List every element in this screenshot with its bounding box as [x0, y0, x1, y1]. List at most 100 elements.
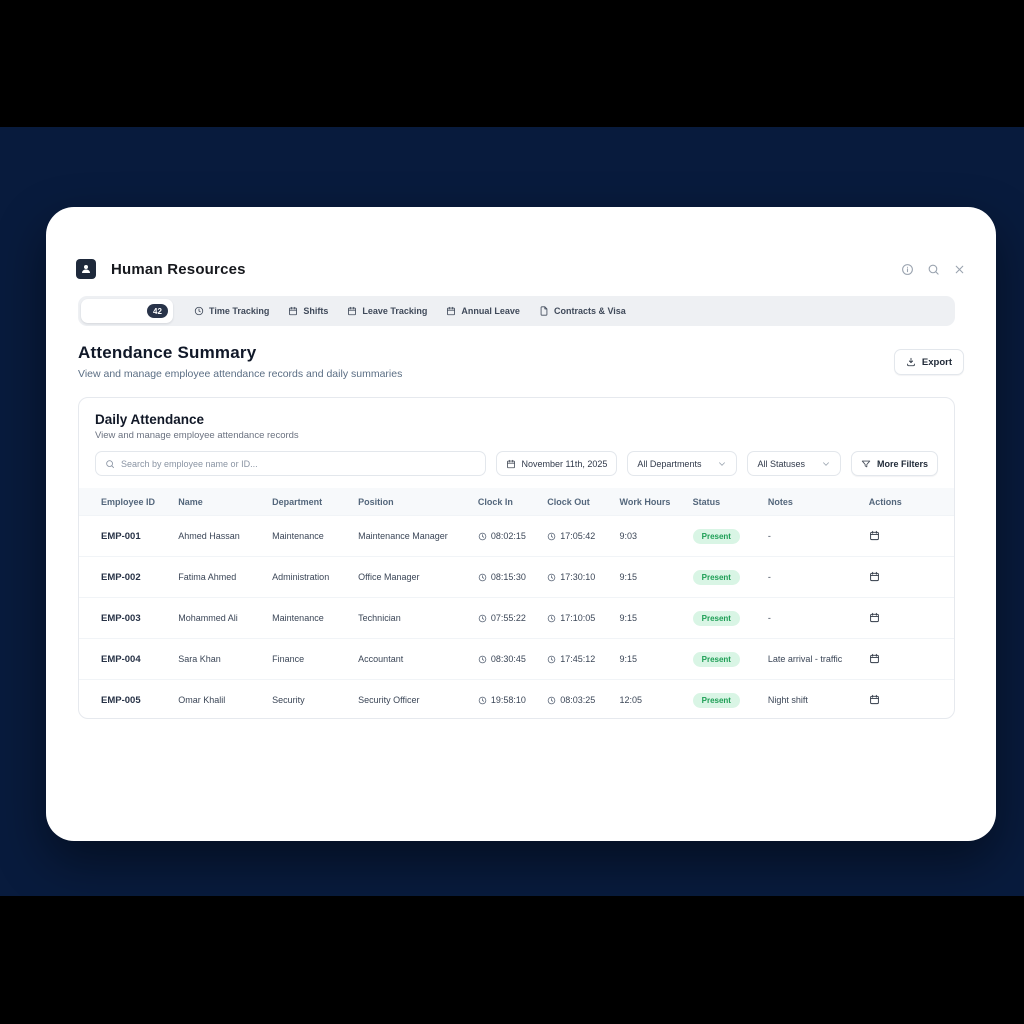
position: Security Officer: [358, 695, 478, 705]
tab-bar: 42 Time Tracking Shifts Leave Tracking: [78, 296, 955, 326]
calendar-icon: [869, 571, 880, 582]
employee-id: EMP-001: [101, 531, 178, 542]
calendar-icon: [506, 459, 516, 469]
page-subtitle: View and manage employee attendance reco…: [78, 368, 964, 380]
clock-icon: [194, 306, 204, 316]
clock-in-value: 19:58:10: [491, 695, 526, 705]
col-work-hours: Work Hours: [620, 497, 693, 507]
clock-out-value: 17:45:12: [560, 654, 595, 664]
position: Maintenance Manager: [358, 531, 478, 541]
clock-icon: [478, 573, 487, 582]
attendance-count-badge: 42: [147, 304, 168, 318]
col-employee-id: Employee ID: [101, 497, 178, 507]
row-action-button[interactable]: [869, 694, 932, 707]
export-button[interactable]: Export: [894, 349, 964, 375]
department-filter-value: All Departments: [637, 459, 701, 469]
notes: -: [768, 531, 869, 541]
calendar-icon: [869, 530, 880, 541]
clock-icon: [478, 696, 487, 705]
tab-shifts[interactable]: Shifts: [288, 306, 328, 316]
work-hours: 9:15: [620, 613, 693, 623]
tab-time-tracking[interactable]: Time Tracking: [194, 306, 269, 316]
department: Maintenance: [272, 613, 358, 623]
tab-label: Contracts & Visa: [554, 306, 626, 316]
clock-icon: [547, 532, 556, 541]
notes: -: [768, 613, 869, 623]
col-status: Status: [693, 497, 768, 507]
search-button[interactable]: [926, 262, 940, 276]
status-cell: Present: [693, 693, 768, 708]
employee-name: Mohammed Ali: [178, 613, 272, 623]
status-badge: Present: [693, 652, 740, 667]
app-logo: [76, 259, 96, 279]
status-badge: Present: [693, 529, 740, 544]
close-icon: [953, 263, 966, 276]
date-picker[interactable]: November 11th, 2025: [496, 451, 618, 476]
clock-icon: [547, 614, 556, 623]
department: Security: [272, 695, 358, 705]
clock-in-cell: 07:55:22: [478, 613, 547, 623]
export-label: Export: [922, 357, 952, 368]
clock-in-cell: 08:15:30: [478, 572, 547, 582]
row-action-button[interactable]: [869, 530, 932, 543]
employee-name: Omar Khalil: [178, 695, 272, 705]
daily-attendance-card: Daily Attendance View and manage employe…: [78, 397, 955, 719]
status-cell: Present: [693, 529, 768, 544]
tab-items: Time Tracking Shifts Leave Tracking Annu…: [194, 306, 626, 316]
notes: -: [768, 572, 869, 582]
row-action-button[interactable]: [869, 653, 932, 666]
search-field[interactable]: [95, 451, 486, 476]
employee-name: Ahmed Hassan: [178, 531, 272, 541]
close-button[interactable]: [952, 262, 966, 276]
status-cell: Present: [693, 570, 768, 585]
app-title: Human Resources: [111, 261, 246, 278]
table-row: EMP-001 Ahmed Hassan Maintenance Mainten…: [79, 515, 954, 556]
col-position: Position: [358, 497, 478, 507]
page-heading: Attendance Summary View and manage emplo…: [78, 343, 964, 380]
row-action-button[interactable]: [869, 612, 932, 625]
tab-label: Time Tracking: [209, 306, 269, 316]
row-action-button[interactable]: [869, 571, 932, 584]
clock-in-value: 07:55:22: [491, 613, 526, 623]
download-icon: [906, 357, 916, 367]
tab-label: Shifts: [303, 306, 328, 316]
more-filters-button[interactable]: More Filters: [851, 451, 938, 476]
tab-attendance-active[interactable]: 42: [81, 299, 173, 323]
tab-leave-tracking[interactable]: Leave Tracking: [347, 306, 427, 316]
clock-out-value: 17:05:42: [560, 531, 595, 541]
status-badge: Present: [693, 693, 740, 708]
calendar-icon: [288, 306, 298, 316]
clock-in-cell: 19:58:10: [478, 695, 547, 705]
status-filter-select[interactable]: All Statuses: [747, 451, 841, 476]
employee-name: Fatima Ahmed: [178, 572, 272, 582]
tab-label: Leave Tracking: [362, 306, 427, 316]
status-filter-value: All Statuses: [757, 459, 805, 469]
page-title: Attendance Summary: [78, 343, 964, 363]
clock-out-cell: 17:30:10: [547, 572, 619, 582]
header-actions: [900, 262, 966, 276]
clock-icon: [478, 655, 487, 664]
calendar-icon: [446, 306, 456, 316]
clock-icon: [478, 532, 487, 541]
employee-id: EMP-003: [101, 613, 178, 624]
clock-out-cell: 17:45:12: [547, 654, 619, 664]
position: Accountant: [358, 654, 478, 664]
clock-icon: [547, 573, 556, 582]
tab-annual-leave[interactable]: Annual Leave: [446, 306, 520, 316]
position: Office Manager: [358, 572, 478, 582]
table-row: EMP-004 Sara Khan Finance Accountant 08:…: [79, 638, 954, 679]
employee-id: EMP-002: [101, 572, 178, 583]
department-filter-select[interactable]: All Departments: [627, 451, 737, 476]
status-badge: Present: [693, 570, 740, 585]
clock-icon: [547, 655, 556, 664]
tab-contracts-visa[interactable]: Contracts & Visa: [539, 306, 626, 316]
work-hours: 9:15: [620, 572, 693, 582]
clock-in-cell: 08:30:45: [478, 654, 547, 664]
search-input[interactable]: [121, 459, 476, 469]
info-button[interactable]: [900, 262, 914, 276]
info-icon: [901, 263, 914, 276]
hr-app-window: Human Resources 42 Time Tracking Shifts: [46, 207, 996, 841]
card-title: Daily Attendance: [95, 412, 938, 427]
department: Finance: [272, 654, 358, 664]
person-icon: [80, 263, 92, 275]
